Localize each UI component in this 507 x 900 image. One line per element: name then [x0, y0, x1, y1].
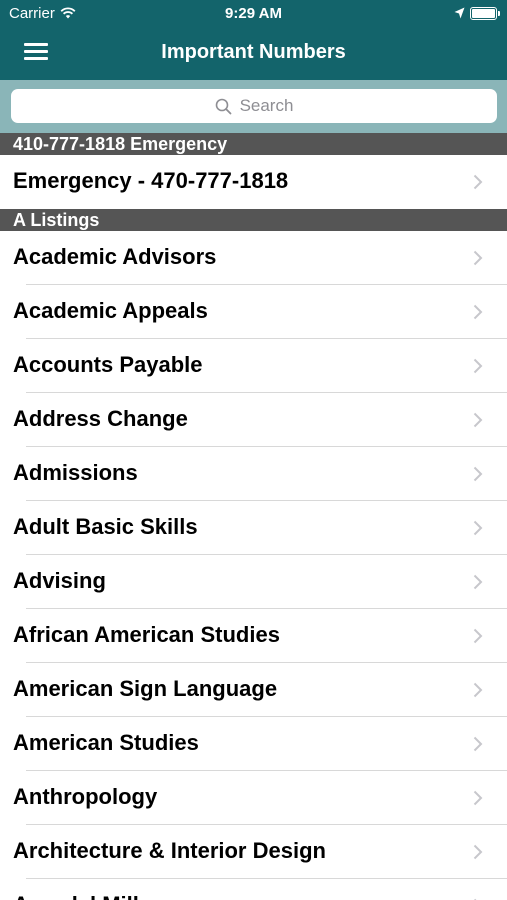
list-item[interactable]: African American Studies [0, 609, 507, 663]
list-item-label: American Studies [13, 730, 199, 755]
chevron-right-icon [473, 628, 483, 644]
list-item-label: Address Change [13, 406, 188, 431]
chevron-right-icon [473, 790, 483, 806]
list-item-label: Academic Appeals [13, 298, 208, 323]
chevron-right-icon [473, 358, 483, 374]
list-item-label: Architecture & Interior Design [13, 838, 326, 863]
list-item-label: American Sign Language [13, 676, 278, 701]
list-item-label: Academic Advisors [13, 244, 217, 269]
location-arrow-icon [454, 7, 465, 19]
search-placeholder: Search [239, 96, 294, 115]
section-header-a-listings: A Listings [0, 209, 507, 231]
list-item[interactable]: Architecture & Interior Design [0, 825, 507, 879]
list-item-label: Adult Basic Skills [13, 514, 198, 539]
list-item[interactable]: Admissions [0, 447, 507, 501]
list-item[interactable]: Emergency - 470-777-1818 [0, 155, 507, 209]
list-item[interactable]: Address Change [0, 393, 507, 447]
chevron-right-icon [473, 174, 483, 190]
list-item[interactable]: Arundel Mills [0, 879, 507, 900]
list-item[interactable]: Adult Basic Skills [0, 501, 507, 555]
navigation-bar: Important Numbers [0, 28, 507, 80]
chevron-right-icon [473, 520, 483, 536]
chevron-right-icon [473, 736, 483, 752]
top-bar: Carrier 9:29 AM Important Numbers [0, 0, 507, 80]
list-item-label: Anthropology [13, 784, 158, 809]
list-item[interactable]: American Sign Language [0, 663, 507, 717]
list-item-label: Admissions [13, 460, 138, 485]
chevron-right-icon [473, 844, 483, 860]
list-item[interactable]: Anthropology [0, 771, 507, 825]
search-icon [215, 98, 231, 114]
chevron-right-icon [473, 304, 483, 320]
page-title: Important Numbers [161, 41, 346, 63]
list-item-label: Accounts Payable [13, 352, 203, 377]
chevron-right-icon [473, 574, 483, 590]
chevron-right-icon [473, 466, 483, 482]
chevron-right-icon [473, 250, 483, 266]
list-item[interactable]: Academic Advisors [0, 231, 507, 285]
chevron-right-icon [473, 412, 483, 428]
list-item-label: Emergency - 470-777-1818 [13, 168, 289, 193]
list-item-label: Arundel Mills [13, 892, 151, 900]
battery-icon [470, 7, 500, 20]
list-item[interactable]: Academic Appeals [0, 285, 507, 339]
list-item-label: Advising [13, 568, 106, 593]
chevron-right-icon [473, 682, 483, 698]
list-item[interactable]: Accounts Payable [0, 339, 507, 393]
status-bar: Carrier 9:29 AM [0, 0, 507, 28]
search-bar: Search [0, 80, 507, 133]
list-item[interactable]: Advising [0, 555, 507, 609]
status-time: 9:29 AM [225, 5, 282, 22]
list-item[interactable]: American Studies [0, 717, 507, 771]
section-header-emergency: 410-777-1818 Emergency [0, 133, 507, 155]
search-input[interactable]: Search [11, 89, 497, 123]
list-item-label: African American Studies [13, 622, 280, 647]
